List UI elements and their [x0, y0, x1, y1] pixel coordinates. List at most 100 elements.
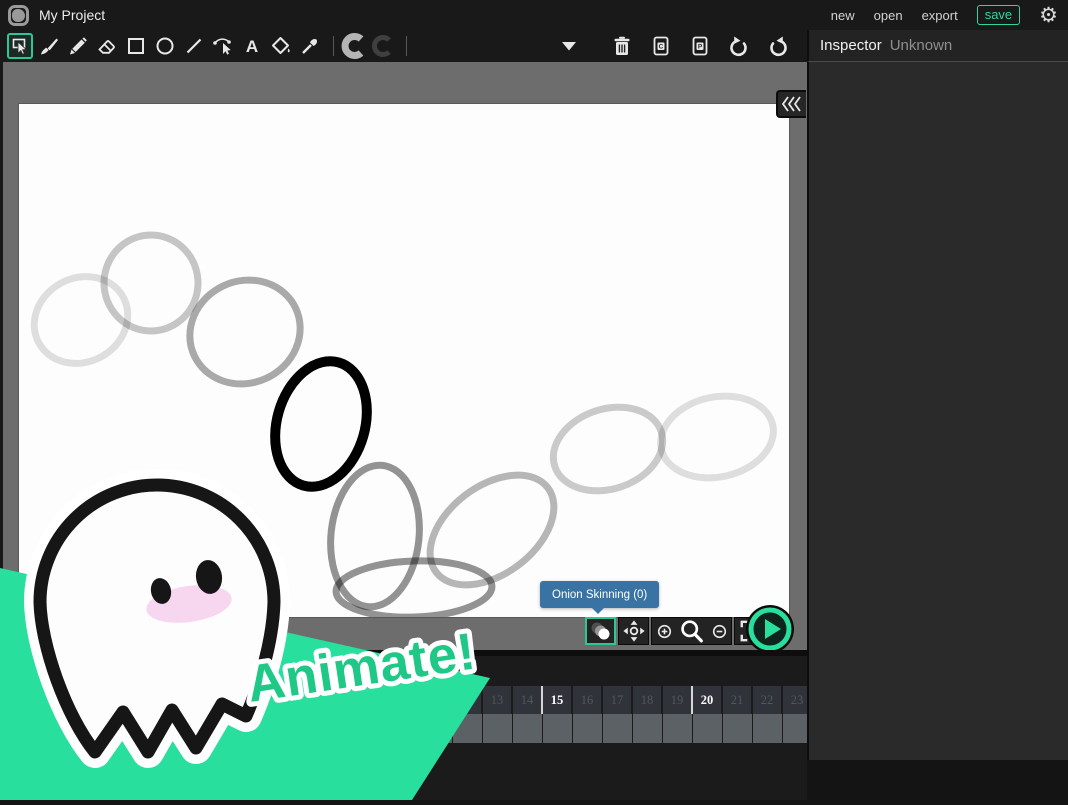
fill-color-preview-button[interactable]: [341, 33, 367, 59]
fill-bucket-tool-button[interactable]: [268, 33, 294, 59]
eraser-tool-button[interactable]: [94, 33, 120, 59]
timeline-frame-cell[interactable]: [633, 714, 662, 743]
timeline-frame-number[interactable]: 22: [753, 686, 781, 714]
timeline-frame-number[interactable]: 5: [243, 686, 271, 714]
timeline-frame-cell[interactable]: [123, 714, 152, 743]
timeline-frame-number[interactable]: 11: [423, 686, 451, 714]
timeline-frame-number[interactable]: 12: [453, 686, 481, 714]
timeline-frame-number[interactable]: 16: [573, 686, 601, 714]
paste-icon: P: [690, 35, 710, 57]
line-icon: [184, 36, 204, 56]
toolbar-actions: C P: [556, 33, 807, 59]
zoom-out-button[interactable]: [707, 617, 732, 645]
timeline-frame-number[interactable]: 1: [123, 686, 151, 714]
timeline-frame-cell[interactable]: [543, 714, 572, 743]
pan-tool-button[interactable]: [618, 617, 649, 645]
cursor-tool-button[interactable]: [7, 33, 33, 59]
timeline-frame-number[interactable]: 9: [363, 686, 391, 714]
toolbar-separator: [333, 36, 334, 56]
save-button[interactable]: save: [977, 5, 1020, 25]
timeline-frame-cell[interactable]: [753, 714, 782, 743]
copy-button[interactable]: C: [648, 33, 674, 59]
timeline-frame-number[interactable]: 21: [723, 686, 751, 714]
more-tools-dropdown[interactable]: [556, 33, 582, 59]
inspector-selection-type: Unknown: [890, 37, 953, 54]
rectangle-tool-button[interactable]: [123, 33, 149, 59]
onion-skinning-icon: [589, 620, 613, 642]
timeline-frame-cell[interactable]: [273, 714, 302, 743]
redo-icon: [767, 35, 789, 57]
timeline-frame-cell[interactable]: [303, 714, 332, 743]
rectangle-icon: [126, 36, 146, 56]
timeline-frame-cell[interactable]: [243, 714, 272, 743]
timeline-frame-cell[interactable]: [693, 714, 722, 743]
brush-tool-button[interactable]: [36, 33, 62, 59]
zoom-out-icon: [712, 624, 727, 639]
timeline-frame-cell[interactable]: [483, 714, 512, 743]
magnifier-icon: [679, 619, 704, 644]
stroke-color-preview-button[interactable]: [370, 33, 396, 59]
pan-icon: [622, 619, 646, 643]
timeline[interactable]: 1234567891011121314151617181920212223: [0, 650, 807, 800]
export-button[interactable]: export: [922, 8, 958, 23]
timeline-frame-number[interactable]: 20: [693, 686, 721, 714]
text-icon: A: [242, 36, 262, 56]
settings-gear-icon[interactable]: ⚙: [1039, 5, 1058, 26]
timeline-frame-cell[interactable]: [603, 714, 632, 743]
timeline-frame-number[interactable]: 19: [663, 686, 691, 714]
undo-button[interactable]: [726, 33, 752, 59]
timeline-frame-cell[interactable]: [783, 714, 807, 743]
timeline-frame-cell[interactable]: [153, 714, 182, 743]
timeline-frame-number[interactable]: 23: [783, 686, 807, 714]
timeline-frame-number[interactable]: 18: [633, 686, 661, 714]
line-tool-button[interactable]: [181, 33, 207, 59]
collapse-inspector-button[interactable]: [776, 90, 806, 118]
text-tool-button[interactable]: A: [239, 33, 265, 59]
play-icon: [745, 604, 795, 654]
timeline-frame-cell[interactable]: [513, 714, 542, 743]
timeline-frame-cell[interactable]: [363, 714, 392, 743]
eraser-icon: [96, 35, 118, 57]
timeline-frame-number[interactable]: 10: [393, 686, 421, 714]
timeline-frame-number[interactable]: 15: [543, 686, 571, 714]
zoom-in-button[interactable]: [651, 617, 676, 645]
undo-icon: [728, 35, 750, 57]
drawing-canvas[interactable]: [19, 104, 789, 617]
ellipse-tool-button[interactable]: [152, 33, 178, 59]
timeline-frame-cell[interactable]: [333, 714, 362, 743]
paste-button[interactable]: P: [687, 33, 713, 59]
tool-bar: A: [0, 30, 807, 62]
onion-skinning-button[interactable]: [585, 617, 616, 645]
onion-skin-drawing: [19, 104, 789, 617]
new-button[interactable]: new: [831, 8, 855, 23]
timeline-frame-cell[interactable]: [573, 714, 602, 743]
path-cursor-tool-button[interactable]: [210, 33, 236, 59]
inspector-title: Inspector: [820, 37, 882, 54]
delete-button[interactable]: [609, 33, 635, 59]
timeline-frame-cell[interactable]: [213, 714, 242, 743]
play-button[interactable]: [745, 604, 795, 654]
timeline-frame-cell[interactable]: [393, 714, 422, 743]
brush-icon: [38, 35, 60, 57]
app-logo-icon: [8, 5, 29, 26]
eyedropper-tool-button[interactable]: [297, 33, 323, 59]
timeline-frame-number[interactable]: 13: [483, 686, 511, 714]
open-button[interactable]: open: [874, 8, 903, 23]
timeline-frame-number[interactable]: 8: [333, 686, 361, 714]
timeline-frame-number[interactable]: 17: [603, 686, 631, 714]
zoom-tool-button[interactable]: [676, 617, 707, 645]
timeline-frame-number[interactable]: 2: [153, 686, 181, 714]
timeline-frame-cell[interactable]: [183, 714, 212, 743]
timeline-frame-number[interactable]: 3: [183, 686, 211, 714]
timeline-frame-cell[interactable]: [723, 714, 752, 743]
timeline-frame-cell[interactable]: [453, 714, 482, 743]
timeline-frame-cell[interactable]: [423, 714, 452, 743]
inspector-header: Inspector Unknown: [807, 30, 1068, 62]
timeline-frame-number[interactable]: 7: [303, 686, 331, 714]
pencil-tool-button[interactable]: [65, 33, 91, 59]
redo-button[interactable]: [765, 33, 791, 59]
timeline-frame-number[interactable]: 14: [513, 686, 541, 714]
timeline-frame-number[interactable]: 4: [213, 686, 241, 714]
timeline-frame-number[interactable]: 6: [273, 686, 301, 714]
timeline-frame-cell[interactable]: [663, 714, 692, 743]
